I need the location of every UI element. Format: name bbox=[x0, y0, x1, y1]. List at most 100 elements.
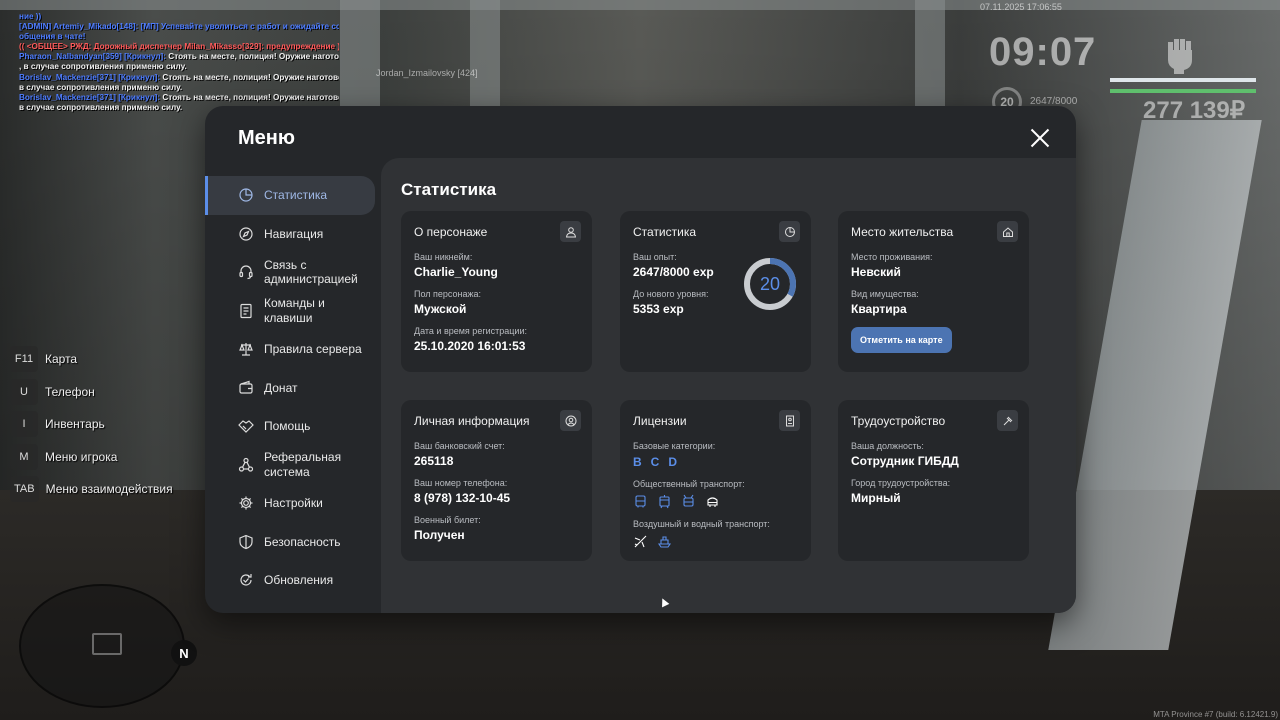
field-regdate-value: 25.10.2020 16:01:53 bbox=[414, 339, 526, 353]
air-water-label: Воздушный и водный транспорт: bbox=[633, 519, 770, 529]
license-category: C bbox=[650, 455, 660, 469]
network-icon bbox=[238, 457, 254, 472]
key-cap: U bbox=[10, 378, 38, 405]
field-bank-label: Ваш банковский счет: bbox=[414, 441, 505, 451]
sidebar-item-1[interactable]: Статистика bbox=[205, 176, 375, 215]
compass-icon bbox=[239, 227, 253, 241]
sidebar-item-11[interactable]: Обновления bbox=[205, 561, 375, 600]
keybind-f11: F11 Карта bbox=[10, 346, 173, 372]
hammer-icon bbox=[997, 410, 1018, 431]
field-phone-label: Ваш номер телефона: bbox=[414, 478, 508, 488]
chat-line: Borislav_Mackenzie[371] [Крикнул]: Стоят… bbox=[19, 73, 339, 83]
field-bank-value: 265118 bbox=[414, 454, 454, 468]
tram-icon bbox=[659, 495, 670, 509]
trolleybus-icon bbox=[683, 494, 694, 507]
chart-pie-icon bbox=[239, 188, 253, 202]
menu-sidebar: Статистика Навигация Связь с администрацие… bbox=[205, 176, 375, 600]
chat-text: Стоять на месте, полиция! Оружие наготов… bbox=[168, 52, 339, 62]
sidebar-item-label: Помощь bbox=[264, 419, 311, 433]
sidebar-item-label: Связь с администрацией bbox=[264, 257, 358, 287]
key-cap: I bbox=[10, 411, 38, 438]
chat-text: Стоять на месте, полиция! Оружие наготов… bbox=[162, 92, 339, 102]
card-title: Статистика bbox=[633, 225, 697, 239]
chat-text: [ADMIN] Artemiy_Mikado[148]: [МП] Успева… bbox=[19, 22, 339, 32]
chat-line: в случае сопротивления применю силу. bbox=[19, 83, 339, 93]
headset-icon bbox=[239, 265, 253, 280]
wallet-icon bbox=[239, 380, 253, 394]
taxi-icon bbox=[707, 497, 718, 507]
sidebar-item-7[interactable]: Помощь bbox=[205, 407, 375, 446]
menu-window: Меню Статистика Навигация Связь с админист… bbox=[205, 106, 1076, 613]
boat-icon bbox=[657, 536, 672, 548]
sidebar-item-label: Настройки bbox=[264, 496, 323, 510]
sidebar-item-3[interactable]: Связь с администрацией bbox=[205, 253, 375, 292]
handshake-icon bbox=[238, 420, 254, 434]
sidebar-item-label: Навигация bbox=[264, 226, 324, 241]
sidebar-item-8[interactable]: Реферальная система bbox=[205, 446, 375, 485]
card-residence: Место жительства Место проживания: Невск… bbox=[838, 211, 1029, 372]
field-regdate-label: Дата и время регистрации: bbox=[414, 326, 527, 336]
sidebar-item-2[interactable]: Навигация bbox=[205, 215, 375, 254]
card-licenses: Лицензии Базовые категории: B C D Общест… bbox=[620, 400, 811, 561]
refresh-icon bbox=[240, 574, 252, 586]
wall-column bbox=[915, 0, 945, 110]
chat-line: Pharaon_Nalbandyan[359] [Крикнул]: Стоят… bbox=[19, 52, 339, 62]
sidebar-item-label: Обновления bbox=[264, 573, 334, 587]
document-icon bbox=[240, 303, 252, 318]
sidebar-item-9[interactable]: Настройки bbox=[205, 484, 375, 523]
chat-line: , в случае сопротивления применю силу. bbox=[19, 62, 339, 72]
keybind-u: U Телефон bbox=[10, 378, 173, 405]
license-category: B bbox=[633, 455, 642, 469]
sidebar-item-5[interactable]: Правила сервера bbox=[205, 330, 375, 369]
chat-text: Borislav_Mackenzie[371] [Крикнул]: bbox=[19, 72, 163, 82]
field-residence-value: Невский bbox=[851, 265, 901, 279]
home-icon bbox=[997, 221, 1018, 242]
close-icon[interactable] bbox=[1030, 128, 1050, 148]
field-residence-label: Место проживания: bbox=[851, 252, 933, 262]
sidebar-item-label: Реферальная система bbox=[264, 450, 342, 479]
public-transport-icons bbox=[633, 494, 798, 509]
chat-text: в случае сопротивления применю силу. bbox=[19, 102, 183, 112]
card-title: О персонаже bbox=[414, 225, 488, 239]
license-categories: B C D bbox=[633, 455, 798, 469]
key-cap: M bbox=[10, 443, 38, 470]
field-property-label: Вид имущества: bbox=[851, 289, 919, 299]
build-info: MTA Province #7 (build: 6.12421.9) bbox=[1153, 710, 1278, 719]
card-title: Лицензии bbox=[633, 414, 687, 428]
card-personal: Личная информация Ваш банковский счет: 2… bbox=[401, 400, 592, 561]
field-gender-label: Пол персонажа: bbox=[414, 289, 482, 299]
chat-line: Borislav_Mackenzie[371] [Крикнул]: Стоят… bbox=[19, 93, 339, 103]
player-nametag: Jordan_Izmailovsky [424] bbox=[376, 68, 478, 78]
key-label: Меню игрока bbox=[45, 449, 118, 464]
keybind-m: M Меню игрока bbox=[10, 443, 173, 470]
sidebar-item-10[interactable]: Безопасность bbox=[205, 523, 375, 562]
chat-text: (( <ОБЩЕЕ> РЖД: Дорожный диспетчер Milan… bbox=[19, 42, 339, 52]
field-position-value: Сотрудник ГИБДД bbox=[851, 454, 959, 468]
bus-icon bbox=[635, 495, 646, 508]
chart-pie-icon bbox=[779, 221, 800, 242]
base-categories-label: Базовые категории: bbox=[633, 441, 716, 451]
sidebar-item-6[interactable]: Донат bbox=[205, 369, 375, 408]
card-title: Личная информация bbox=[414, 414, 530, 428]
keybind-list: F11 Карта U Телефон I Инвентарь M Меню игрока TA… bbox=[10, 346, 173, 509]
mark-on-map-button[interactable]: Отметить на карте bbox=[851, 327, 952, 353]
key-label: Карта bbox=[45, 352, 78, 366]
chat-text: в случае сопротивления применю силу. bbox=[19, 82, 183, 92]
chat-line: [ADMIN] Artemiy_Mikado[148]: [МП] Успева… bbox=[19, 22, 339, 32]
field-city-value: Мирный bbox=[851, 491, 901, 505]
keybind-i: I Инвентарь bbox=[10, 411, 173, 438]
plane-icon bbox=[634, 535, 647, 548]
keybind-tab: TAB Меню взаимодействия bbox=[10, 476, 173, 503]
sidebar-item-4[interactable]: Команды и клавиши bbox=[205, 292, 375, 331]
armor-bar bbox=[1110, 89, 1256, 93]
chat-line: (( <ОБЩЕЕ> РЖД: Дорожный диспетчер Milan… bbox=[19, 42, 339, 52]
health-bar bbox=[1110, 78, 1256, 82]
sidebar-item-label: Команды и клавиши bbox=[264, 296, 325, 325]
player-marker-icon bbox=[92, 633, 122, 655]
level-value: 20 bbox=[759, 273, 781, 294]
chat-line: общения в чате! bbox=[19, 32, 339, 42]
field-nickname-value: Charlie_Young bbox=[414, 265, 498, 279]
chat-text: , в случае сопротивления применю силу. bbox=[19, 62, 187, 72]
sidebar-item-label: Правила сервера bbox=[264, 342, 362, 356]
key-label: Меню взаимодействия bbox=[45, 482, 173, 497]
